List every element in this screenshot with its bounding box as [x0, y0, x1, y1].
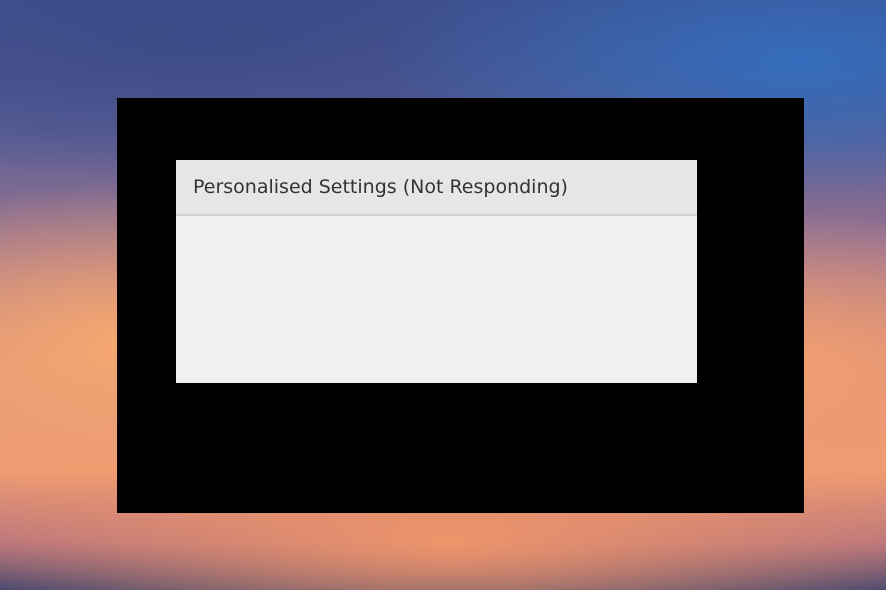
window-title: Personalised Settings (Not Responding): [193, 176, 568, 198]
window-body: [176, 216, 697, 383]
not-responding-window[interactable]: Personalised Settings (Not Responding): [176, 160, 697, 383]
window-titlebar[interactable]: Personalised Settings (Not Responding): [176, 160, 697, 216]
